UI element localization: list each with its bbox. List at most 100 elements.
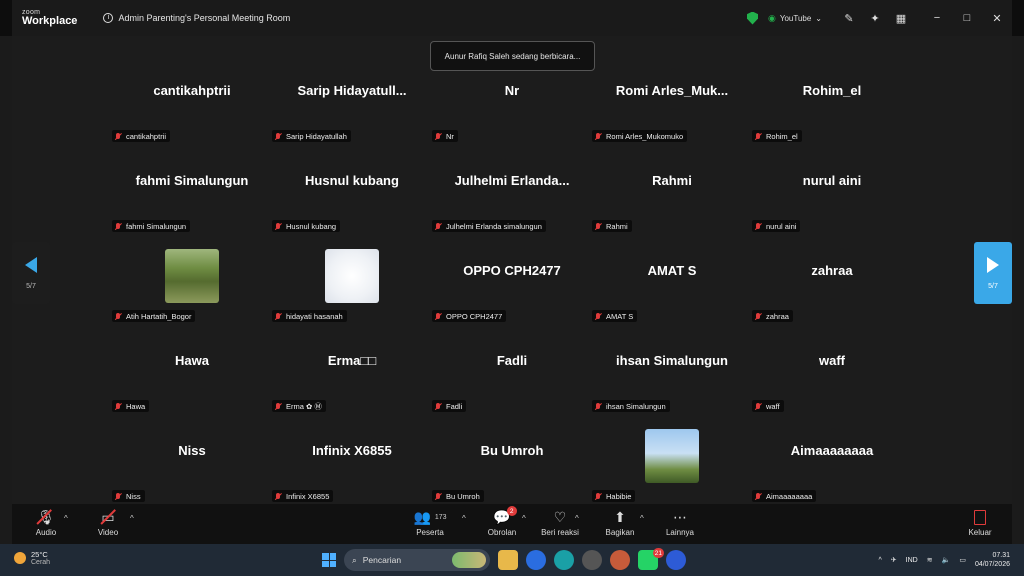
- participant-tile[interactable]: Bu Umroh Bu Umroh: [432, 416, 592, 506]
- reactions-caret[interactable]: ^: [575, 514, 579, 523]
- participant-tile[interactable]: fahmi Simalungun fahmi Simalungun: [112, 146, 272, 236]
- participant-tile[interactable]: Nr Nr: [432, 56, 592, 146]
- participant-avatar: [165, 249, 219, 303]
- clock-time: 07.31: [992, 551, 1010, 559]
- next-page-button[interactable]: 5/7: [974, 242, 1012, 304]
- battery-icon[interactable]: ▭: [959, 556, 966, 564]
- participant-avatar: [325, 249, 379, 303]
- participant-display-name: fahmi Simalungun: [135, 172, 249, 188]
- participant-tile[interactable]: Atih Hartatih_Bogor: [112, 236, 272, 326]
- wifi-icon[interactable]: ≋: [927, 556, 933, 564]
- title-bar: zoom Workplace i Admin Parenting's Perso…: [12, 0, 1012, 36]
- previous-page-button[interactable]: 5/7: [12, 242, 50, 304]
- participant-tile[interactable]: waff waff: [752, 326, 912, 416]
- participant-tile[interactable]: Erma□□ Erma ✿ Ⓜ: [272, 326, 432, 416]
- participant-tile[interactable]: Romi Arles_Muk... Romi Arles_Mukomuko: [592, 56, 752, 146]
- participant-tile[interactable]: Rahmi Rahmi: [592, 146, 752, 236]
- chrome-icon[interactable]: [582, 550, 602, 570]
- participant-name-label: cantikahptrii: [112, 130, 171, 142]
- participant-tile[interactable]: Sarip Hidayatull... Sarip Hidayatullah: [272, 56, 432, 146]
- participants-button[interactable]: 👥 173 Peserta: [400, 508, 460, 538]
- meeting-toolbar: 🎙 Audio ^ ▭ Video ^ 👥173 Peserta ^ 💬2 Ob…: [12, 504, 1012, 544]
- participant-tile[interactable]: Aimaaaaaaaa Aimaaaaaaaa: [752, 416, 912, 506]
- zoom-icon[interactable]: [666, 550, 686, 570]
- participant-name-label: Fadli: [432, 400, 467, 412]
- chevron-up-icon[interactable]: ^: [879, 557, 882, 564]
- language-indicator[interactable]: IND: [906, 557, 918, 564]
- participant-name-label: Rahmi: [592, 220, 632, 232]
- participant-tile[interactable]: Infinix X6855 Infinix X6855: [272, 416, 432, 506]
- taskbar-search[interactable]: ⌕ Pencarian: [344, 549, 490, 571]
- mic-muted-icon: [594, 492, 603, 501]
- participant-tile[interactable]: hidayati hasanah: [272, 236, 432, 326]
- participant-tile[interactable]: zahraa zahraa: [752, 236, 912, 326]
- firefox-icon[interactable]: [610, 550, 630, 570]
- edge-icon[interactable]: [554, 550, 574, 570]
- participant-tile[interactable]: AMAT S AMAT S: [592, 236, 752, 326]
- participant-name-label: Bu Umroh: [432, 490, 484, 502]
- maximize-button[interactable]: □: [952, 12, 982, 24]
- volume-icon[interactable]: 🔈: [942, 556, 951, 564]
- mic-muted-icon: [754, 132, 763, 141]
- file-explorer-icon[interactable]: [498, 550, 518, 570]
- whatsapp-icon[interactable]: 21: [638, 548, 664, 570]
- close-button[interactable]: ✕: [982, 12, 1012, 25]
- audio-label: Audio: [35, 528, 57, 537]
- participant-name-label: hidayati hasanah: [272, 310, 347, 322]
- participant-display-name: Hawa: [175, 352, 209, 368]
- whiteboard-icon[interactable]: ✎: [836, 12, 862, 25]
- participant-label-text: Fadli: [446, 401, 463, 411]
- chat-badge: 2: [506, 506, 517, 516]
- audio-options-caret[interactable]: ^: [64, 514, 68, 523]
- weather-widget[interactable]: 25°C Cerah: [14, 550, 50, 566]
- participant-tile[interactable]: Rohim_el Rohim_el: [752, 56, 912, 146]
- livestream-button[interactable]: ◉ YouTube ⌄: [768, 13, 822, 24]
- share-screen-icon: ⬆: [614, 508, 626, 525]
- participant-label-text: Infinix X6855: [286, 491, 330, 501]
- participant-tile[interactable]: ihsan Simalungun ihsan Simalungun: [592, 326, 752, 416]
- video-button[interactable]: ▭ Video: [78, 508, 138, 538]
- sparkle-icon[interactable]: ✦: [862, 12, 888, 25]
- participant-tile[interactable]: OPPO CPH2477 OPPO CPH2477: [432, 236, 592, 326]
- participant-tile[interactable]: cantikahptrii cantikahptrii: [112, 56, 272, 146]
- video-options-caret[interactable]: ^: [130, 514, 134, 523]
- video-gallery: Aunur Rafiq Saleh sedang berbicara... ca…: [12, 36, 1012, 504]
- mic-muted-icon: [754, 492, 763, 501]
- reactions-button[interactable]: ♡ Beri reaksi: [530, 508, 590, 538]
- leave-button[interactable]: Keluar: [950, 508, 1010, 537]
- participant-label-text: Romi Arles_Mukomuko: [606, 131, 684, 141]
- participant-name-label: Aimaaaaaaaa: [752, 490, 817, 502]
- mic-muted-icon: [434, 132, 443, 141]
- mic-muted-icon: [114, 492, 123, 501]
- participant-tile[interactable]: Husnul kubang Husnul kubang: [272, 146, 432, 236]
- grid-icon[interactable]: ▦: [888, 12, 914, 25]
- participant-tile[interactable]: Julhelmi Erlanda... Julhelmi Erlanda sima…: [432, 146, 592, 236]
- participants-caret[interactable]: ^: [462, 514, 466, 523]
- participant-tile[interactable]: Niss Niss: [112, 416, 272, 506]
- copilot-icon[interactable]: [526, 550, 546, 570]
- shield-icon[interactable]: [747, 11, 758, 25]
- participant-tile[interactable]: Fadli Fadli: [432, 326, 592, 416]
- more-button[interactable]: ⋯ Lainnya: [650, 508, 710, 538]
- right-edge: [1012, 36, 1024, 544]
- clock[interactable]: 07.31 04/07/2026: [975, 551, 1010, 569]
- participant-label-text: Rohim_el: [766, 131, 798, 141]
- participant-name-label: AMAT S: [592, 310, 638, 322]
- participant-label-text: Hawa: [126, 401, 146, 411]
- info-icon[interactable]: i: [103, 13, 114, 23]
- participant-tile[interactable]: Hawa Hawa: [112, 326, 272, 416]
- leave-label: Keluar: [968, 528, 992, 537]
- app-tray-icon[interactable]: ✈: [891, 556, 897, 564]
- search-placeholder: Pencarian: [362, 555, 402, 565]
- minimize-button[interactable]: −: [922, 12, 952, 24]
- chat-caret[interactable]: ^: [522, 514, 526, 523]
- mic-muted-icon: 🎙: [36, 508, 55, 525]
- share-caret[interactable]: ^: [640, 514, 644, 523]
- participant-label-text: Habibie: [606, 491, 632, 501]
- chat-icon: 💬 2: [493, 506, 517, 526]
- participant-tile[interactable]: nurul aini nurul aini: [752, 146, 912, 236]
- meeting-title[interactable]: i Admin Parenting's Personal Meeting Roo…: [103, 13, 290, 23]
- windows-start-icon[interactable]: [322, 553, 336, 567]
- participant-label-text: Julhelmi Erlanda simalungun: [446, 221, 542, 231]
- participant-tile[interactable]: Habibie: [592, 416, 752, 506]
